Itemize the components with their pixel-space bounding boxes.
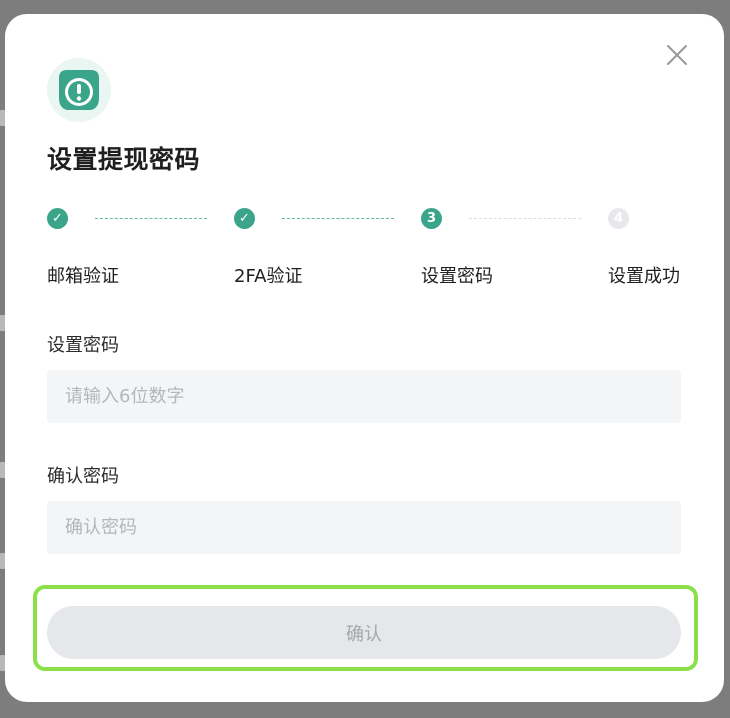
step-label-email-verify: 邮箱验证 [47, 266, 119, 287]
password-input[interactable] [47, 370, 681, 423]
step-label-set-success: 设置成功 [608, 266, 680, 287]
step-connector [282, 218, 394, 219]
step-label-set-password: 设置密码 [421, 266, 493, 287]
dialog-title: 设置提现密码 [47, 145, 201, 174]
step-connector [95, 218, 207, 219]
progress-steps: ✓ 邮箱验证 ✓ 2FA验证 3 设置密码 4 设置成功 [47, 208, 687, 287]
confirm-password-input[interactable] [47, 501, 681, 554]
step-4-pending-indicator: 4 [608, 208, 629, 229]
close-button[interactable] [664, 42, 690, 68]
step-3-current-indicator: 3 [421, 208, 442, 229]
set-withdrawal-password-dialog: 设置提现密码 ✓ 邮箱验证 ✓ 2FA验证 3 设置密码 4 设置成功 设置密码… [5, 14, 724, 702]
alert-shield-icon [47, 58, 111, 122]
step-2-done-icon: ✓ [234, 208, 255, 229]
close-icon [667, 45, 687, 65]
password-label: 设置密码 [47, 335, 119, 356]
step-1-done-icon: ✓ [47, 208, 68, 229]
step-connector [469, 218, 581, 219]
confirm-password-label: 确认密码 [47, 466, 119, 487]
step-label-2fa-verify: 2FA验证 [234, 266, 303, 287]
confirm-button[interactable]: 确认 [47, 606, 681, 659]
